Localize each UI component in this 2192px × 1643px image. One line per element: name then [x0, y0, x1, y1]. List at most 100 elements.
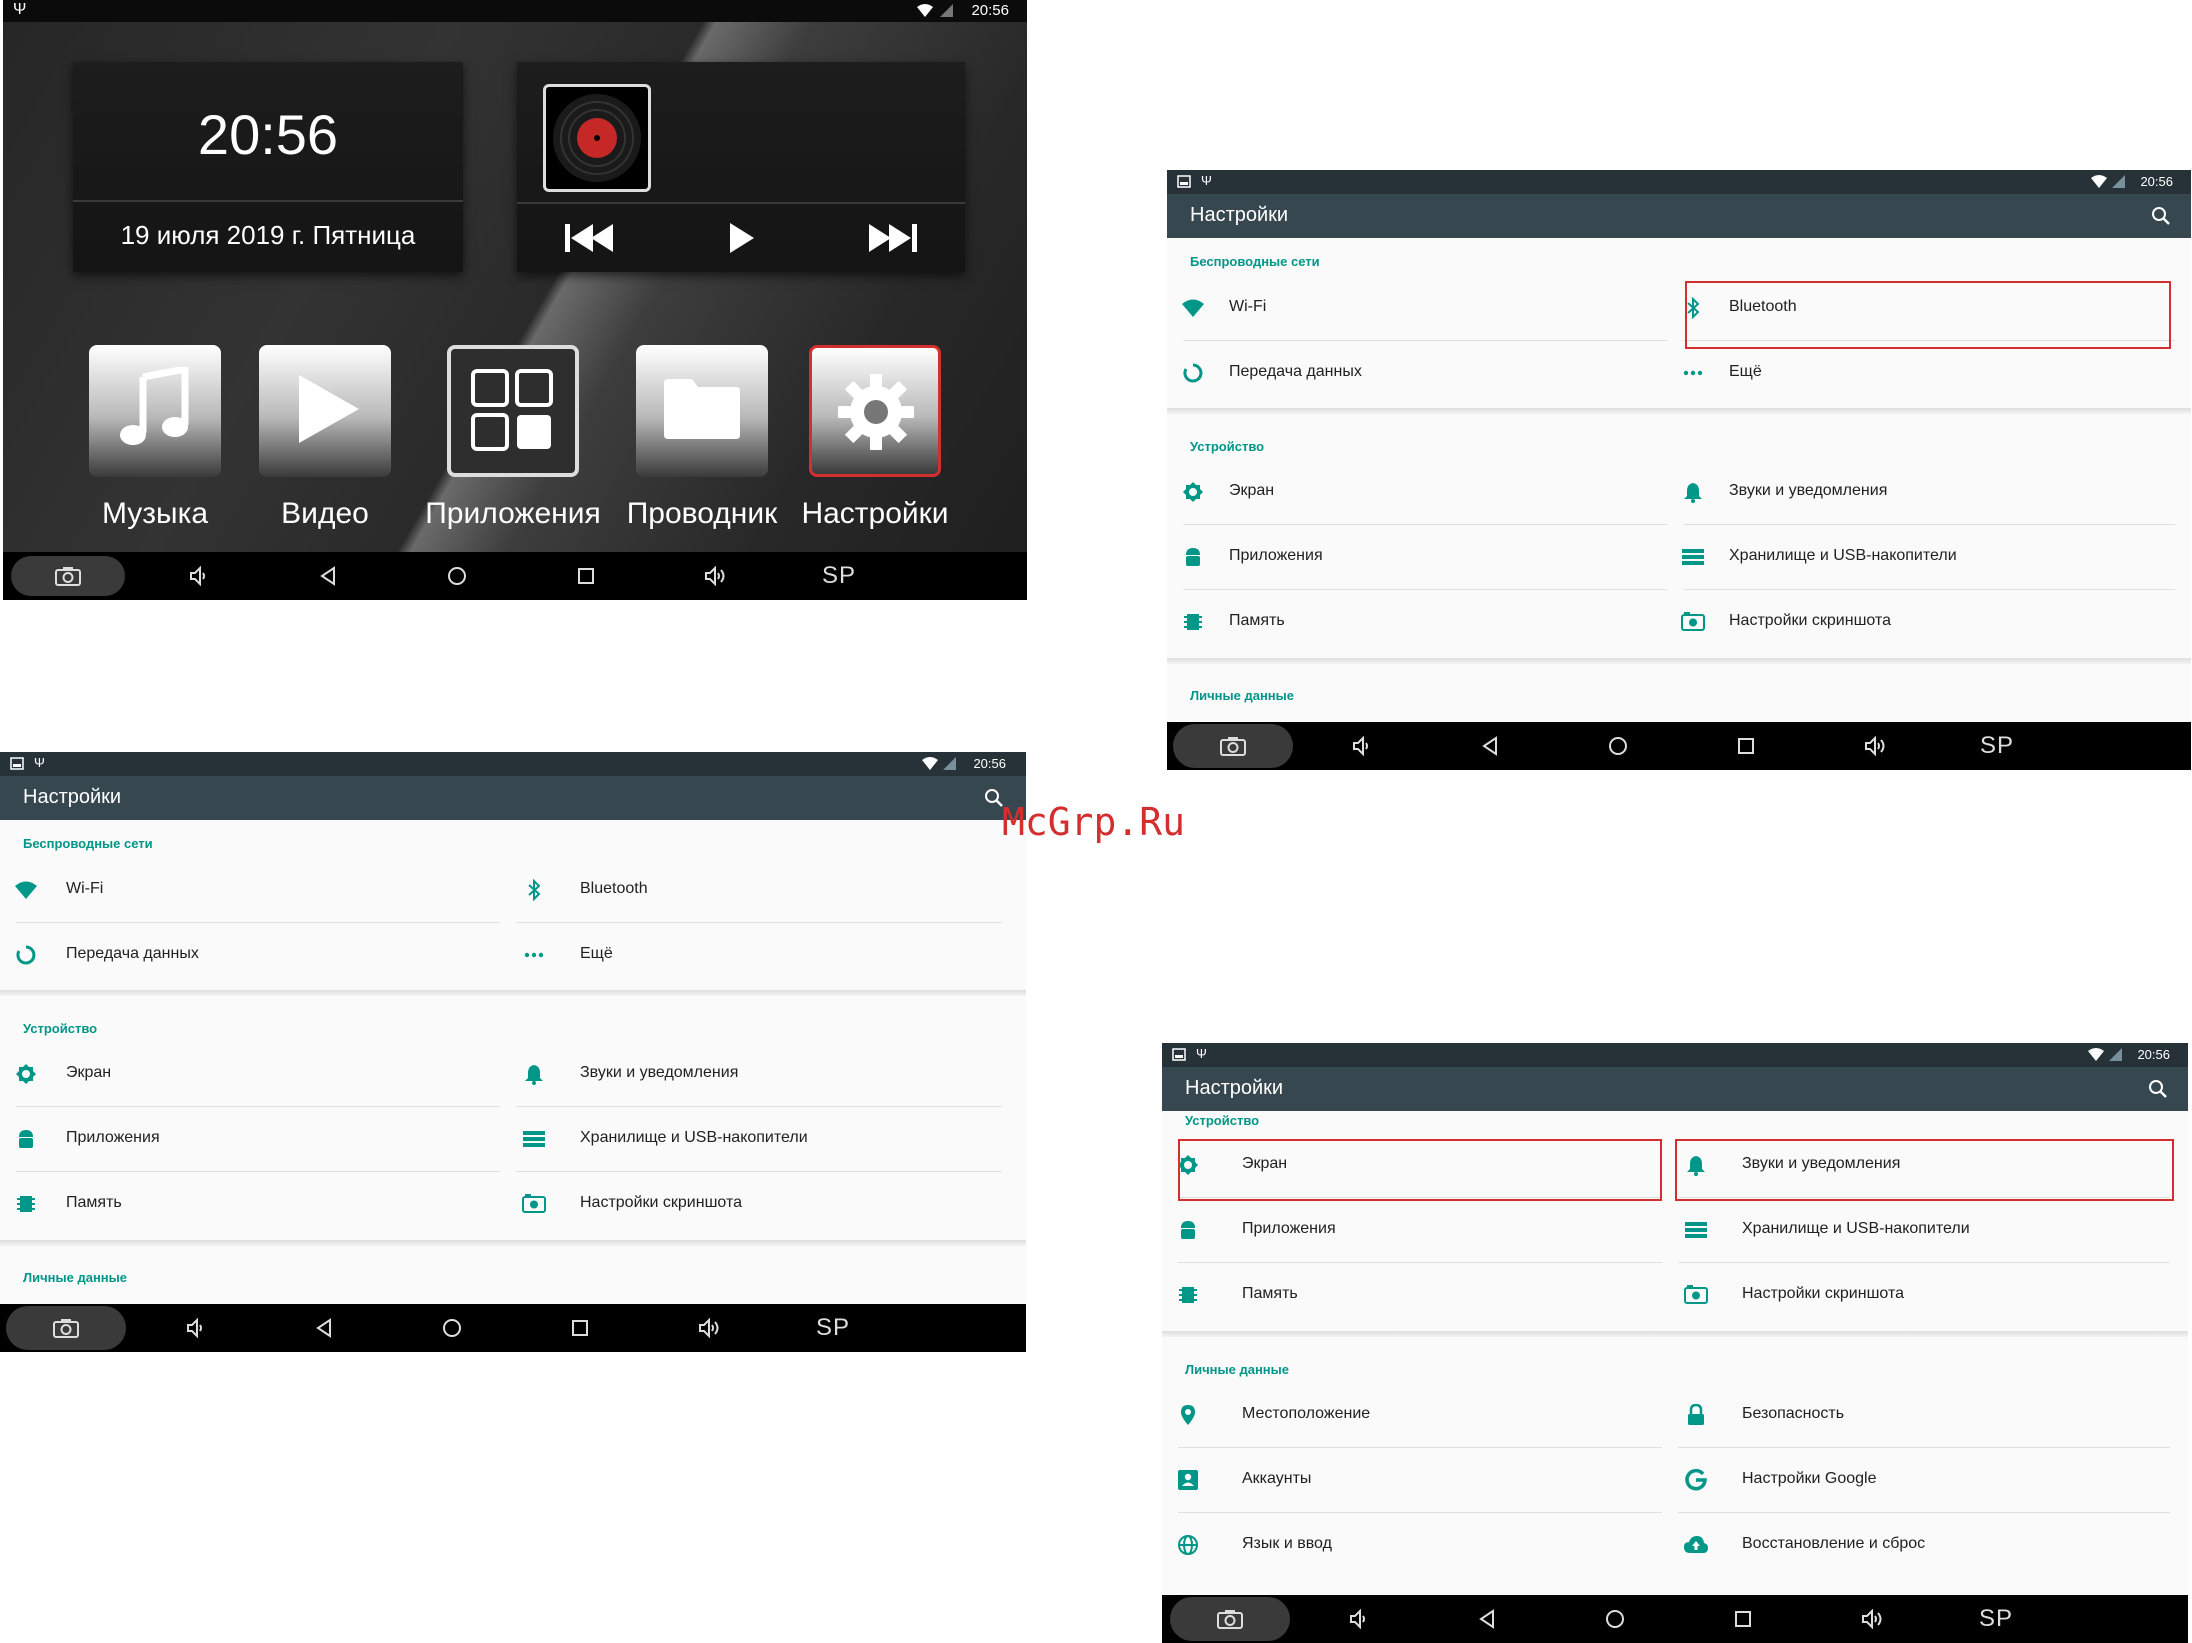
search-icon[interactable] [2148, 1079, 2168, 1099]
search-icon[interactable] [2151, 206, 2171, 226]
settings-item-language[interactable]: Язык и ввод [1162, 1513, 1662, 1577]
home-icon[interactable] [1595, 1595, 1635, 1643]
settings-item-sounds[interactable]: Звуки и уведомления [500, 1042, 1026, 1106]
recents-icon[interactable] [1726, 722, 1766, 770]
screenshot-status-icon [1172, 1048, 1186, 1061]
signal-icon [2112, 175, 2125, 188]
bluetooth-icon [522, 878, 546, 902]
settings-item-sounds[interactable]: Звуки и уведомления [1667, 460, 2191, 524]
sp-button[interactable]: SP [1966, 1595, 2026, 1643]
settings-item-memory[interactable]: Память [0, 1172, 500, 1236]
settings-item-apps[interactable]: Приложения [0, 1107, 500, 1171]
settings-item-data[interactable]: Передача данных [1167, 341, 1667, 405]
item-label: Ещё [580, 945, 613, 962]
settings-item-data[interactable]: Передача данных [0, 923, 500, 987]
account-icon [1176, 1468, 1200, 1492]
item-label: Хранилище и USB-накопители [580, 1129, 808, 1146]
section-header-device: Устройство [1190, 439, 1265, 454]
settings-item-storage[interactable]: Хранилище и USB-накопители [500, 1107, 1026, 1171]
volume-down-icon[interactable] [175, 1304, 215, 1352]
settings-item-screenshot[interactable]: Настройки скриншота [500, 1172, 1026, 1236]
page-title: Настройки [1190, 204, 1289, 226]
bell-icon [1681, 480, 1705, 504]
back-icon[interactable] [304, 1304, 344, 1352]
video-app-tile[interactable] [259, 345, 391, 477]
storage-icon [1684, 1218, 1708, 1242]
next-track-icon[interactable] [867, 220, 919, 256]
search-icon[interactable] [984, 788, 1004, 808]
settings-item-location[interactable]: Местоположение [1162, 1383, 1662, 1447]
settings-item-more[interactable]: Ещё [1667, 341, 2191, 405]
app-label-settings: Настройки [801, 497, 949, 530]
item-label: Настройки Google [1742, 1470, 1877, 1487]
home-icon[interactable] [1598, 722, 1638, 770]
settings-item-backup[interactable]: Восстановление и сброс [1662, 1513, 2188, 1577]
brightness-icon [1181, 480, 1205, 504]
clock-widget[interactable]: 20:56 19 июля 2019 г. Пятница [73, 62, 463, 272]
wifi-status-icon [922, 757, 938, 770]
volume-down-icon[interactable] [1338, 1595, 1378, 1643]
camera-icon [1210, 1595, 1250, 1643]
recents-icon[interactable] [566, 552, 606, 600]
item-label: Настройки скриншота [1742, 1285, 1904, 1302]
screenshot-icon [1681, 610, 1705, 634]
usb-icon: Ψ [1196, 1046, 1207, 1061]
settings-item-screenshot[interactable]: Настройки скриншота [1667, 590, 2191, 654]
volume-up-icon[interactable] [1852, 1595, 1892, 1643]
item-label: Звуки и уведомления [1729, 482, 1888, 499]
settings-list: Беспроводные сети Wi-Fi Bluetooth Переда… [0, 820, 1026, 1304]
settings-item-storage[interactable]: Хранилище и USB-накопители [1662, 1198, 2188, 1262]
settings-item-accounts[interactable]: Аккаунты [1162, 1448, 1662, 1512]
back-icon[interactable] [1467, 1595, 1507, 1643]
cloud-upload-icon [1684, 1533, 1708, 1557]
section-divider [1167, 408, 2191, 414]
back-icon[interactable] [308, 552, 348, 600]
volume-down-icon[interactable] [178, 552, 218, 600]
settings-item-bluetooth[interactable]: Bluetooth [500, 858, 1026, 922]
sp-button[interactable]: SP [803, 1304, 863, 1352]
volume-down-icon[interactable] [1341, 722, 1381, 770]
settings-item-screenshot[interactable]: Настройки скриншота [1662, 1263, 2188, 1327]
toolbar: Настройки [1167, 194, 2191, 238]
settings-item-apps[interactable]: Приложения [1167, 525, 1667, 589]
usb-icon: Ψ [34, 755, 45, 770]
section-divider [1162, 1331, 2188, 1337]
highlight-box [1675, 1139, 2174, 1201]
settings-app-tile[interactable] [809, 345, 941, 477]
sp-button[interactable]: SP [1967, 722, 2027, 770]
explorer-app-tile[interactable] [636, 345, 768, 477]
settings-item-wifi[interactable]: Wi-Fi [0, 858, 500, 922]
android-icon [14, 1127, 38, 1151]
play-icon[interactable] [727, 220, 757, 256]
album-art[interactable] [543, 84, 651, 192]
home-icon[interactable] [437, 552, 477, 600]
settings-item-storage[interactable]: Хранилище и USB-накопители [1667, 525, 2191, 589]
home-icon[interactable] [432, 1304, 472, 1352]
volume-up-icon[interactable] [1855, 722, 1895, 770]
app-label-video: Видео [281, 497, 369, 530]
bell-icon [522, 1062, 546, 1086]
music-app-tile[interactable] [89, 345, 221, 477]
settings-item-memory[interactable]: Память [1167, 590, 1667, 654]
settings-item-memory[interactable]: Память [1162, 1263, 1662, 1327]
apps-app-tile[interactable] [447, 345, 579, 477]
item-label: Настройки скриншота [1729, 612, 1891, 629]
settings-item-security[interactable]: Безопасность [1662, 1383, 2188, 1447]
volume-up-icon[interactable] [689, 1304, 729, 1352]
settings-item-apps[interactable]: Приложения [1162, 1198, 1662, 1262]
recents-icon[interactable] [1723, 1595, 1763, 1643]
item-label: Местоположение [1242, 1405, 1371, 1422]
settings-item-more[interactable]: Ещё [500, 923, 1026, 987]
recents-icon[interactable] [560, 1304, 600, 1352]
settings-item-display[interactable]: Экран [0, 1042, 500, 1106]
usb-icon: Ψ [1201, 173, 1212, 188]
settings-item-display[interactable]: Экран [1167, 460, 1667, 524]
item-label: Память [1229, 612, 1285, 629]
previous-track-icon[interactable] [563, 220, 615, 256]
item-label: Передача данных [66, 945, 199, 962]
settings-item-wifi[interactable]: Wi-Fi [1167, 276, 1667, 340]
settings-item-google[interactable]: Настройки Google [1662, 1448, 2188, 1512]
sp-button[interactable]: SP [809, 552, 869, 600]
back-icon[interactable] [1470, 722, 1510, 770]
volume-up-icon[interactable] [695, 552, 735, 600]
